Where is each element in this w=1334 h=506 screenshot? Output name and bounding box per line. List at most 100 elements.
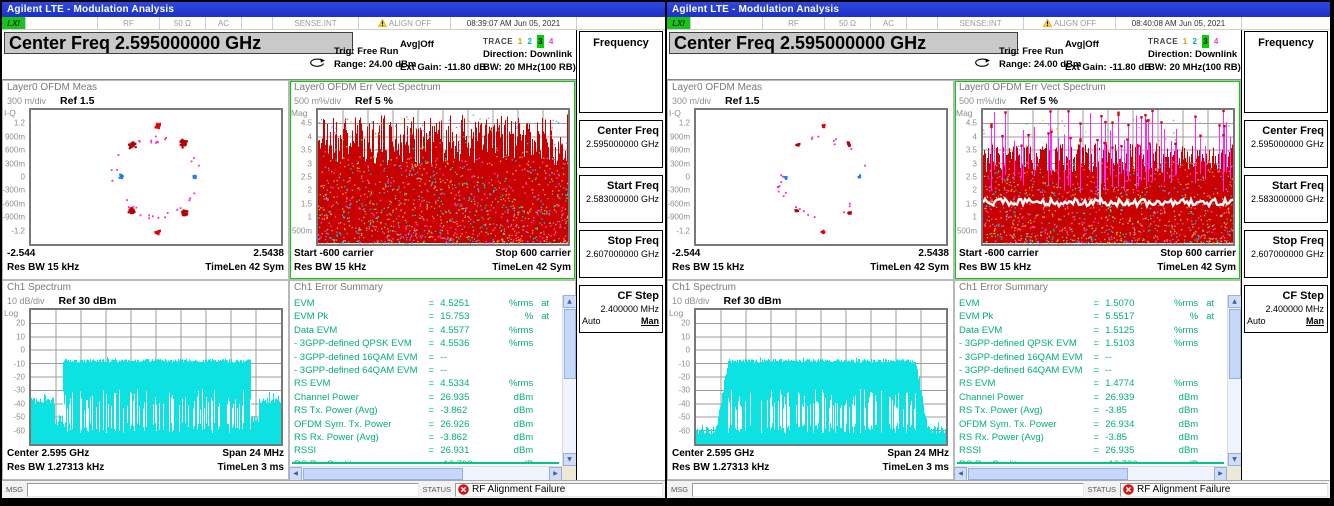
trace-1-button[interactable]: 1 xyxy=(1183,35,1188,48)
vertical-scrollbar[interactable]: ▲ ▼ xyxy=(1227,295,1241,466)
panel-ofdm-meas[interactable]: Layer0 OFDM Meas 300 m/div Ref 1.5 I-Q 1… xyxy=(667,80,954,280)
panel-evm-spectrum[interactable]: Layer0 OFDM Err Vect Spectrum 500 m%/div… xyxy=(954,80,1241,280)
rf-indicator: RF xyxy=(763,17,825,29)
panel-error-summary[interactable]: Ch1 Error Summary EVM=4.5251%rmsatEVM Pk… xyxy=(289,280,576,480)
tick-label: 4 xyxy=(308,132,312,141)
es-eq: = xyxy=(428,378,440,391)
softkey-stop-freq[interactable]: Stop Freq 2.607000000 GHz xyxy=(579,230,663,278)
scroll-up-button[interactable]: ▲ xyxy=(1228,295,1242,308)
es-val: -- xyxy=(1105,352,1156,365)
softkey-center-freq[interactable]: Center Freq 2.595000000 GHz xyxy=(579,120,663,168)
es-label: RSSI xyxy=(959,445,1093,458)
tick-label: -40 xyxy=(13,399,25,408)
trace-2-button[interactable]: 2 xyxy=(527,35,532,48)
es-val: -3.862 xyxy=(440,432,491,445)
tick-label: 900m xyxy=(670,132,690,141)
panel-evm-spectrum[interactable]: Layer0 OFDM Err Vect Spectrum 500 m%/div… xyxy=(289,80,576,280)
es-label: OFDM Sym. Tx. Power xyxy=(294,419,428,432)
es-eq: = xyxy=(1093,325,1105,338)
error-summary-row: Data EVM=4.5577%rms xyxy=(294,325,559,338)
vertical-scroll-thumb[interactable] xyxy=(1229,309,1241,379)
error-summary-row: EVM Pk=15.753%at xyxy=(294,311,559,324)
ref-level: Ref 30 dBm xyxy=(724,295,782,307)
es-note xyxy=(541,432,559,445)
softkey-start-freq[interactable]: Start Freq 2.583000000 GHz xyxy=(1244,175,1328,223)
menu-title: Frequency xyxy=(579,31,663,113)
auto-option[interactable]: Auto xyxy=(1247,316,1266,326)
scroll-down-button[interactable]: ▼ xyxy=(1228,453,1242,466)
error-summary-table: EVM=4.5251%rmsatEVM Pk=15.753%atData EVM… xyxy=(294,298,559,463)
es-label: - 3GPP-defined 64QAM EVM xyxy=(959,365,1093,378)
scroll-right-button[interactable]: ▶ xyxy=(1214,467,1227,481)
scroll-left-button[interactable]: ◀ xyxy=(289,467,302,481)
trace-1-button[interactable]: 1 xyxy=(518,35,523,48)
sense-indicator: SENSE:INT xyxy=(273,17,359,29)
es-label: RSSI xyxy=(294,445,428,458)
softkey-cf-step[interactable]: CF Step 2.400000 MHz Auto Man xyxy=(579,285,663,333)
softkey-stop-freq[interactable]: Stop Freq 2.607000000 GHz xyxy=(1244,230,1328,278)
status-field: RF Alignment Failure xyxy=(455,483,663,497)
es-eq: = xyxy=(428,419,440,432)
es-label: Channel Power xyxy=(294,392,428,405)
window-titlebar[interactable]: Agilent LTE - Modulation Analysis xyxy=(2,2,665,17)
es-label: EVM Pk xyxy=(294,311,428,324)
es-eq: = xyxy=(1093,365,1105,378)
horizontal-scroll-thumb[interactable] xyxy=(968,468,1128,480)
softkey-start-freq[interactable]: Start Freq 2.583000000 GHz xyxy=(579,175,663,223)
es-val: -- xyxy=(1105,365,1156,378)
trace-3-button[interactable]: 3 xyxy=(1202,35,1209,48)
menu-title: Frequency xyxy=(1244,31,1328,113)
es-note xyxy=(1206,352,1224,365)
trace-2-button[interactable]: 2 xyxy=(1192,35,1197,48)
es-unit: %rms xyxy=(492,325,534,338)
scroll-up-button[interactable]: ▲ xyxy=(563,295,577,308)
es-unit: dBm xyxy=(492,432,534,445)
y-axis: I-Q 1.2900m600m300m0-300m-600m-900m-1.2 xyxy=(667,108,694,247)
error-summary-row: - 3GPP-defined QPSK EVM=1.5103%rms xyxy=(959,338,1224,351)
softkey-menu: Frequency Center Freq 2.595000000 GHz St… xyxy=(1242,30,1330,480)
scroll-down-button[interactable]: ▼ xyxy=(563,453,577,466)
es-label: RS Tx. Power (Avg) xyxy=(959,405,1093,418)
vertical-scrollbar[interactable]: ▲ ▼ xyxy=(562,295,576,466)
res-bw-label: Res BW 15 kHz xyxy=(294,261,366,275)
scroll-right-button[interactable]: ▶ xyxy=(549,467,562,481)
panel-error-summary[interactable]: Ch1 Error Summary EVM=1.5070%rmsatEVM Pk… xyxy=(954,280,1241,480)
constellation-plot xyxy=(29,108,283,246)
horizontal-scrollbar[interactable]: ◀ ▶ xyxy=(289,466,562,480)
tick-label: 0 xyxy=(686,346,690,355)
meta-spacer xyxy=(691,17,763,29)
tick-label: 600m xyxy=(670,146,690,155)
es-eq: = xyxy=(1093,378,1105,391)
horizontal-scroll-thumb[interactable] xyxy=(303,468,463,480)
y-axis: Log 20100-10-20-30-40-50-60 xyxy=(2,308,29,447)
es-val: 1.5103 xyxy=(1105,338,1156,351)
error-summary-row: Channel Power=26.939dBm xyxy=(959,392,1224,405)
es-eq: = xyxy=(1093,352,1105,365)
es-val: 5.5517 xyxy=(1105,311,1156,324)
panel-ch1-spectrum[interactable]: Ch1 Spectrum 10 dB/div Ref 30 dBm Log 20… xyxy=(667,280,954,480)
es-label: RS EVM xyxy=(959,378,1093,391)
horizontal-scrollbar[interactable]: ◀ ▶ xyxy=(954,466,1227,480)
softkey-cf-step[interactable]: CF Step 2.400000 MHz Auto Man xyxy=(1244,285,1328,333)
auto-option[interactable]: Auto xyxy=(582,316,601,326)
scroll-left-button[interactable]: ◀ xyxy=(954,467,967,481)
error-summary-row: - 3GPP-defined 16QAM EVM=-- xyxy=(959,352,1224,365)
meta-spacer xyxy=(577,17,665,29)
window-titlebar[interactable]: Agilent LTE - Modulation Analysis xyxy=(667,2,1330,17)
softkey-label: Center Freq xyxy=(1247,125,1324,138)
es-val: 26.935 xyxy=(1105,445,1156,458)
man-option[interactable]: Man xyxy=(641,316,659,326)
es-unit: dBm xyxy=(492,419,534,432)
softkey-center-freq[interactable]: Center Freq 2.595000000 GHz xyxy=(1244,120,1328,168)
vertical-scroll-thumb[interactable] xyxy=(564,309,576,379)
sense-indicator: SENSE:INT xyxy=(938,17,1024,29)
es-unit: dBm xyxy=(492,445,534,458)
panel-ch1-spectrum[interactable]: Ch1 Spectrum 10 dB/div Ref 30 dBm Log 20… xyxy=(2,280,289,480)
panel-ofdm-meas[interactable]: Layer0 OFDM Meas 300 m/div Ref 1.5 I-Q 1… xyxy=(2,80,289,280)
trace-4-button[interactable]: 4 xyxy=(549,35,554,48)
man-option[interactable]: Man xyxy=(1306,316,1324,326)
es-label: Data EVM xyxy=(959,325,1093,338)
tick-label: 1.2 xyxy=(679,119,690,128)
trace-4-button[interactable]: 4 xyxy=(1214,35,1219,48)
trace-3-button[interactable]: 3 xyxy=(537,35,544,48)
